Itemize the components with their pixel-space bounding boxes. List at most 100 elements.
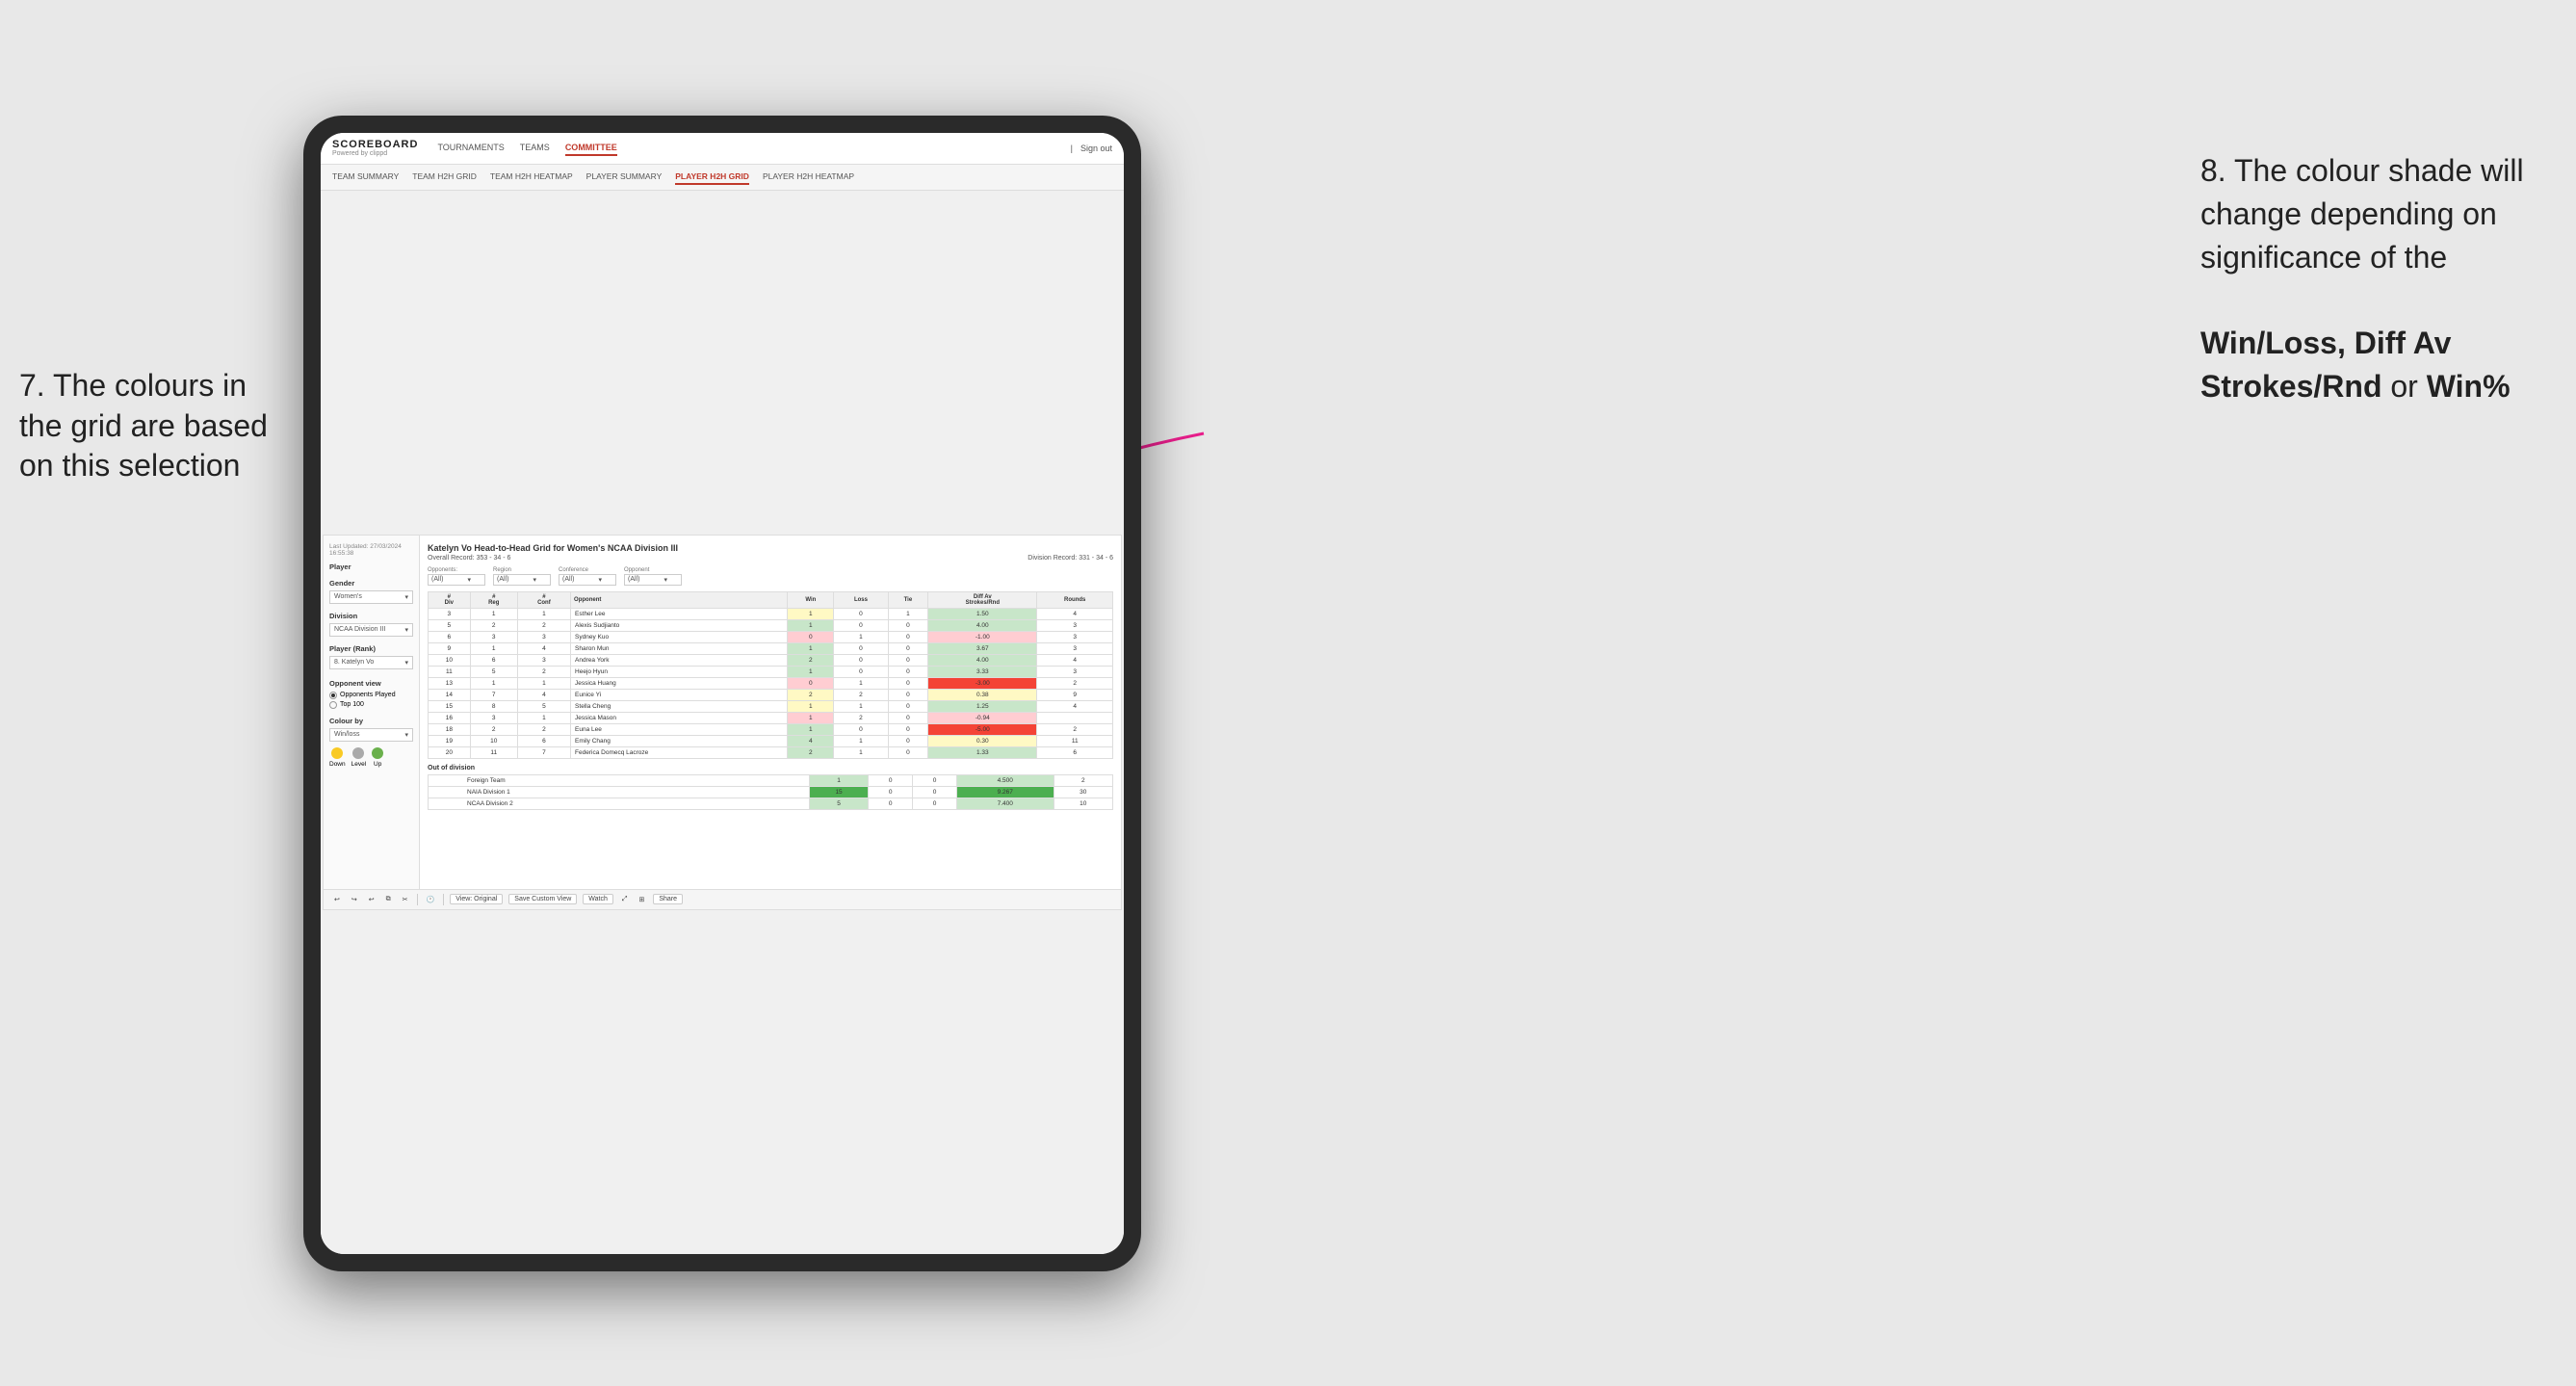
region-filter: Region (All) ▾ — [493, 567, 551, 586]
subnav-player-h2h-grid[interactable]: PLAYER H2H GRID — [675, 170, 749, 185]
subnav-team-h2h-grid[interactable]: TEAM H2H GRID — [412, 170, 477, 185]
overall-record-value: 353 - 34 - 6 — [477, 555, 511, 562]
cell-opponent: Alexis Sudjianto — [571, 619, 788, 631]
subnav-team-h2h-heatmap[interactable]: TEAM H2H HEATMAP — [490, 170, 573, 185]
cell-diff: -5.00 — [928, 723, 1037, 735]
cell-rounds: 4 — [1037, 654, 1113, 666]
cell-conf: 2 — [517, 723, 570, 735]
gender-select[interactable]: Women's ▾ — [329, 590, 413, 604]
opponent-select[interactable]: (All) ▾ — [624, 574, 682, 586]
colour-by-label: Colour by — [329, 717, 413, 725]
cell-diff-ood: 7.400 — [957, 798, 1054, 809]
subnav-player-summary[interactable]: PLAYER SUMMARY — [586, 170, 663, 185]
player-rank-section: Player (Rank) 8. Katelyn Vo ▾ — [329, 644, 413, 669]
region-select[interactable]: (All) ▾ — [493, 574, 551, 586]
out-of-division-label: Out of division — [428, 765, 1113, 771]
share-button[interactable]: Share — [653, 894, 683, 904]
division-chevron: ▾ — [404, 626, 408, 634]
clock-button[interactable]: 🕐 — [424, 895, 438, 904]
view-original-button[interactable]: View: Original — [450, 894, 503, 904]
player-rank-select[interactable]: 8. Katelyn Vo ▾ — [329, 656, 413, 669]
division-record: Division Record: 331 - 34 - 6 — [1028, 555, 1113, 562]
nav-item-tournaments[interactable]: TOURNAMENTS — [437, 141, 504, 156]
nav-item-teams[interactable]: TEAMS — [520, 141, 550, 156]
player-rank-label: Player (Rank) — [329, 644, 413, 653]
nav-item-committee[interactable]: COMMITTEE — [565, 141, 617, 156]
conference-value: (All) — [562, 576, 574, 583]
panel-body: Last Updated: 27/03/2024 16:55:38 Player… — [324, 536, 1121, 889]
cell-rounds — [1037, 712, 1113, 723]
cell-loss: 0 — [834, 642, 888, 654]
cell-reg: 3 — [470, 631, 517, 642]
region-filter-label: Region — [493, 567, 551, 573]
grid-button[interactable]: ⊞ — [636, 895, 647, 904]
toolbar-sep2 — [443, 894, 444, 905]
save-custom-view-button[interactable]: Save Custom View — [508, 894, 577, 904]
cell-win: 4 — [788, 735, 834, 746]
cell-tie-ood: 0 — [913, 786, 957, 798]
cell-div: 18 — [429, 723, 471, 735]
radio-top100[interactable]: Top 100 — [329, 701, 413, 709]
radio-opponents-played[interactable]: Opponents Played — [329, 692, 413, 699]
cell-conf: 2 — [517, 666, 570, 677]
table-row: 11 5 2 Heejo Hyun 1 0 0 3.33 3 — [429, 666, 1113, 677]
cell-div: 16 — [429, 712, 471, 723]
table-row: 14 7 4 Eunice Yi 2 2 0 0.38 9 — [429, 689, 1113, 700]
cell-win: 1 — [788, 700, 834, 712]
col-conf: #Conf — [517, 591, 570, 608]
division-select[interactable]: NCAA Division III ▾ — [329, 623, 413, 637]
expand-button[interactable]: ⤢ — [619, 895, 631, 904]
cell-conf: 4 — [517, 642, 570, 654]
cell-div: 11 — [429, 666, 471, 677]
cell-win: 1 — [788, 723, 834, 735]
cell-tie-ood: 0 — [913, 798, 957, 809]
cell-tie: 0 — [888, 631, 928, 642]
cell-conf: 7 — [517, 746, 570, 758]
grid-title: Katelyn Vo Head-to-Head Grid for Women's… — [428, 543, 1113, 553]
table-row: 10 6 3 Andrea York 2 0 0 4.00 4 — [429, 654, 1113, 666]
subnav-team-summary[interactable]: TEAM SUMMARY — [332, 170, 399, 185]
cell-div: 3 — [429, 608, 471, 619]
redo-button[interactable]: ↪ — [349, 895, 360, 904]
cell-reg: 11 — [470, 746, 517, 758]
conference-select[interactable]: (All) ▾ — [559, 574, 616, 586]
logo-text: SCOREBOARD — [332, 139, 418, 150]
cell-tie: 0 — [888, 723, 928, 735]
table-row: 16 3 1 Jessica Mason 1 2 0 -0.94 — [429, 712, 1113, 723]
cell-rounds: 4 — [1037, 700, 1113, 712]
opponents-select[interactable]: (All) ▾ — [428, 574, 485, 586]
cell-reg: 2 — [470, 619, 517, 631]
cell-reg: 8 — [470, 700, 517, 712]
cell-div: 20 — [429, 746, 471, 758]
cell-rounds: 4 — [1037, 608, 1113, 619]
cut-button[interactable]: ✂ — [400, 895, 411, 904]
cell-loss: 0 — [834, 654, 888, 666]
sign-out-link[interactable]: Sign out — [1080, 142, 1112, 155]
cell-diff: -3.00 — [928, 677, 1037, 689]
cell-reg: 1 — [470, 642, 517, 654]
col-opponent: Opponent — [571, 591, 788, 608]
region-value: (All) — [497, 576, 508, 583]
subnav-player-h2h-heatmap[interactable]: PLAYER H2H HEATMAP — [763, 170, 854, 185]
colour-by-select[interactable]: Win/loss ▾ — [329, 728, 413, 742]
conference-filter: Conference (All) ▾ — [559, 567, 616, 586]
opponent-view-label: Opponent view — [329, 679, 413, 688]
division-record-value: 331 - 34 - 6 — [1079, 555, 1113, 562]
cell-conf: 2 — [517, 619, 570, 631]
opponents-value: (All) — [431, 576, 443, 583]
legend-dot-level — [352, 747, 364, 759]
radio-top100-label: Top 100 — [340, 701, 364, 708]
cell-diff-ood: 9.267 — [957, 786, 1054, 798]
watch-button[interactable]: Watch — [583, 894, 613, 904]
division-record-label: Division Record: — [1028, 555, 1077, 562]
redo2-button[interactable]: ↩ — [366, 895, 377, 904]
undo-button[interactable]: ↩ — [331, 895, 343, 904]
table-row: 6 3 3 Sydney Kuo 0 1 0 -1.00 3 — [429, 631, 1113, 642]
cell-opponent: Sharon Mun — [571, 642, 788, 654]
opponents-filter: Opponents: (All) ▾ — [428, 567, 485, 586]
copy-button[interactable]: ⧉ — [383, 895, 394, 904]
player-section: Player — [329, 562, 413, 571]
left-sidebar: Last Updated: 27/03/2024 16:55:38 Player… — [324, 536, 420, 889]
opponent-filter-label: Opponent — [624, 567, 682, 573]
cell-conf: 3 — [517, 654, 570, 666]
